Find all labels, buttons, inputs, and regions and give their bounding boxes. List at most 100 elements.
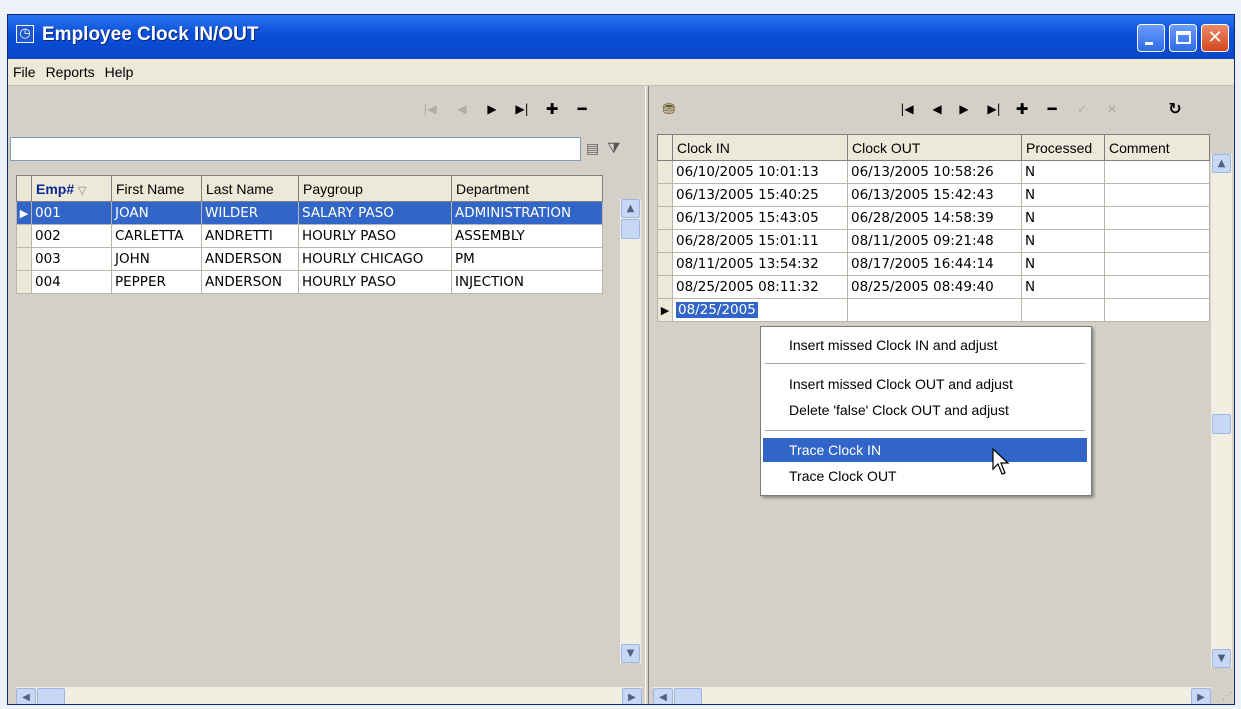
- cell-first-name[interactable]: JOAN: [111, 201, 202, 225]
- cell-clock-in[interactable]: 06/10/2005 10:01:13: [672, 160, 848, 184]
- table-row[interactable]: 06/10/2005 10:01:13 06/13/2005 10:58:26 N: [657, 160, 1210, 184]
- cell-comment[interactable]: [1104, 298, 1210, 322]
- cell-paygroup[interactable]: HOURLY CHICAGO: [298, 247, 452, 271]
- col-paygroup-header[interactable]: Paygroup: [298, 175, 452, 202]
- employee-vertical-scrollbar[interactable]: ▲ ▼: [620, 199, 641, 663]
- scroll-down-icon[interactable]: ▼: [621, 644, 640, 663]
- cell-last-name[interactable]: ANDERSON: [201, 247, 299, 271]
- cancel-edit-button[interactable]: ✕: [1100, 96, 1124, 122]
- first-record-button[interactable]: |◀: [418, 96, 442, 122]
- table-row[interactable]: ▶ 001 JOAN WILDER SALARY PASO ADMINISTRA…: [16, 201, 603, 225]
- filter-input[interactable]: [10, 137, 581, 161]
- scroll-up-icon[interactable]: ▲: [1212, 154, 1231, 173]
- cell-comment[interactable]: [1104, 229, 1210, 253]
- menu-reports[interactable]: Reports: [41, 59, 100, 85]
- table-row[interactable]: 06/13/2005 15:43:05 06/28/2005 14:58:39 N: [657, 206, 1210, 230]
- last-record-button[interactable]: ▶|: [982, 96, 1006, 122]
- maximize-button[interactable]: [1169, 24, 1197, 52]
- cell-clock-in[interactable]: 08/25/2005 08:11:32: [672, 275, 848, 299]
- cell-clock-out[interactable]: 08/25/2005 08:49:40: [847, 275, 1022, 299]
- delete-record-button[interactable]: ━: [1040, 96, 1064, 122]
- scroll-thumb[interactable]: [621, 219, 640, 239]
- col-clock-out-header[interactable]: Clock OUT: [847, 134, 1022, 161]
- scroll-right-icon[interactable]: ▶: [622, 688, 642, 704]
- cell-comment[interactable]: [1104, 160, 1210, 184]
- cell-last-name[interactable]: ANDRETTI: [201, 224, 299, 248]
- cell-processed[interactable]: [1021, 298, 1105, 322]
- close-button[interactable]: ✕: [1201, 24, 1229, 52]
- next-record-button[interactable]: ▶: [480, 96, 504, 122]
- cell-processed[interactable]: N: [1021, 229, 1105, 253]
- col-processed-header[interactable]: Processed: [1021, 134, 1105, 161]
- post-edit-button[interactable]: ✓: [1070, 96, 1094, 122]
- clock-app-icon[interactable]: ◷: [16, 25, 34, 43]
- cell-comment[interactable]: [1104, 183, 1210, 207]
- table-row[interactable]: 08/25/2005 08:11:32 08/25/2005 08:49:40 N: [657, 275, 1210, 299]
- cell-department[interactable]: ADMINISTRATION: [451, 201, 603, 225]
- cell-clock-out[interactable]: 08/11/2005 09:21:48: [847, 229, 1022, 253]
- cell-clock-in[interactable]: 06/13/2005 15:43:05: [672, 206, 848, 230]
- first-record-button[interactable]: |◀: [895, 96, 919, 122]
- refresh-button[interactable]: ↻: [1163, 96, 1187, 122]
- cell-comment[interactable]: [1104, 275, 1210, 299]
- scroll-down-icon[interactable]: ▼: [1212, 649, 1231, 668]
- cell-clock-out[interactable]: 06/13/2005 15:42:43: [847, 183, 1022, 207]
- cell-processed[interactable]: N: [1021, 252, 1105, 276]
- insert-record-button[interactable]: ✚: [1010, 96, 1034, 122]
- last-record-button[interactable]: ▶|: [510, 96, 534, 122]
- table-row[interactable]: 06/13/2005 15:40:25 06/13/2005 15:42:43 N: [657, 183, 1210, 207]
- cell-paygroup[interactable]: HOURLY PASO: [298, 270, 452, 294]
- cell-department[interactable]: INJECTION: [451, 270, 603, 294]
- cell-department[interactable]: PM: [451, 247, 603, 271]
- scroll-left-icon[interactable]: ◀: [653, 688, 673, 704]
- cell-department[interactable]: ASSEMBLY: [451, 224, 603, 248]
- cell-clock-in[interactable]: 06/13/2005 15:40:25: [672, 183, 848, 207]
- next-record-button[interactable]: ▶: [952, 96, 976, 122]
- cell-processed[interactable]: N: [1021, 183, 1105, 207]
- table-row[interactable]: 002 CARLETTA ANDRETTI HOURLY PASO ASSEMB…: [16, 224, 603, 248]
- scroll-up-icon[interactable]: ▲: [621, 199, 640, 218]
- cell-last-name[interactable]: WILDER: [201, 201, 299, 225]
- col-clock-in-header[interactable]: Clock IN: [672, 134, 848, 161]
- col-emp-header[interactable]: Emp# ▽: [31, 175, 112, 202]
- cell-clock-in[interactable]: 08/11/2005 13:54:32: [672, 252, 848, 276]
- cell-clock-out[interactable]: 08/17/2005 16:44:14: [847, 252, 1022, 276]
- cell-clock-out[interactable]: 06/28/2005 14:58:39: [847, 206, 1022, 230]
- col-comment-header[interactable]: Comment: [1104, 134, 1210, 161]
- col-first-name-header[interactable]: First Name: [111, 175, 202, 202]
- cell-clock-in[interactable]: 08/25/2005: [672, 298, 848, 322]
- clock-vertical-scrollbar[interactable]: ▲ ▼: [1211, 154, 1232, 668]
- employee-horizontal-scrollbar[interactable]: ◀ ▶: [16, 687, 642, 704]
- menu-item-insert-missed-clock-out[interactable]: Insert missed Clock OUT and adjust: [763, 372, 1087, 396]
- prior-record-button[interactable]: ◀: [925, 96, 949, 122]
- cell-comment[interactable]: [1104, 252, 1210, 276]
- cell-emp[interactable]: 001: [31, 201, 112, 225]
- title-bar[interactable]: ◷ Employee Clock IN/OUT ✕: [8, 15, 1234, 59]
- prior-record-button[interactable]: ◀: [450, 96, 474, 122]
- cell-comment[interactable]: [1104, 206, 1210, 230]
- scroll-thumb[interactable]: [1212, 414, 1231, 434]
- cell-processed[interactable]: N: [1021, 160, 1105, 184]
- clock-horizontal-scrollbar[interactable]: ◀ ▶: [653, 687, 1211, 704]
- menu-item-delete-false-clock-out[interactable]: Delete 'false' Clock OUT and adjust: [763, 398, 1087, 422]
- cell-emp[interactable]: 004: [31, 270, 112, 294]
- scroll-right-icon[interactable]: ▶: [1191, 688, 1211, 704]
- col-department-header[interactable]: Department: [451, 175, 603, 202]
- cell-first-name[interactable]: PEPPER: [111, 270, 202, 294]
- minimize-button[interactable]: [1137, 24, 1165, 52]
- cell-first-name[interactable]: CARLETTA: [111, 224, 202, 248]
- table-row[interactable]: 08/11/2005 13:54:32 08/17/2005 16:44:14 N: [657, 252, 1210, 276]
- filter-icon[interactable]: ⧩: [607, 139, 620, 157]
- menu-item-trace-clock-out[interactable]: Trace Clock OUT: [763, 464, 1087, 488]
- delete-record-button[interactable]: ━: [570, 96, 594, 122]
- table-row[interactable]: 06/28/2005 15:01:11 08/11/2005 09:21:48 N: [657, 229, 1210, 253]
- cell-emp[interactable]: 003: [31, 247, 112, 271]
- cell-paygroup[interactable]: HOURLY PASO: [298, 224, 452, 248]
- table-row[interactable]: 004 PEPPER ANDERSON HOURLY PASO INJECTIO…: [16, 270, 603, 294]
- table-row[interactable]: 003 JOHN ANDERSON HOURLY CHICAGO PM: [16, 247, 603, 271]
- table-row[interactable]: ▶ 08/25/2005: [657, 298, 1210, 322]
- menu-item-insert-missed-clock-in[interactable]: Insert missed Clock IN and adjust: [763, 333, 1087, 357]
- cell-last-name[interactable]: ANDERSON: [201, 270, 299, 294]
- resize-grip-icon[interactable]: ⋰: [1222, 691, 1232, 702]
- menu-file[interactable]: File: [8, 59, 41, 85]
